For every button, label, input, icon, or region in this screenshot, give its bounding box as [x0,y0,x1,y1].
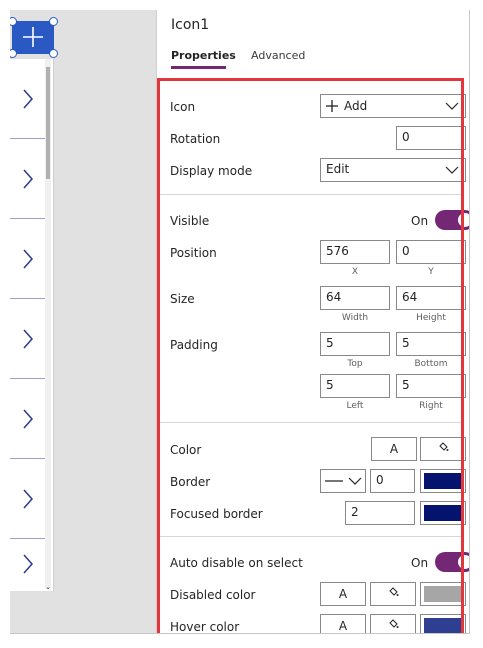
tab-properties[interactable]: Properties [171,49,236,62]
gallery-item[interactable] [10,459,46,539]
padding-label: Padding [170,338,218,352]
padding-bottom-input[interactable]: 5 [396,332,466,356]
visible-toggle-state: On [411,214,429,228]
chevron-right-icon [23,89,34,108]
selected-add-icon-control[interactable] [12,21,54,54]
section-divider [158,536,464,537]
border-label: Border [170,475,211,489]
visible-toggle[interactable] [435,210,469,230]
active-tab-indicator [171,66,226,69]
app-frame: ⌄ Icon1 Properties Advanced Icon Add Rot… [10,10,470,634]
size-width-caption: Width [341,313,369,323]
size-height-input[interactable]: 64 [396,286,466,310]
focused-border-color-swatch[interactable] [420,501,466,525]
color-text-button[interactable]: A [371,437,417,461]
auto-disable-toggle-state: On [411,556,429,570]
size-label: Size [170,292,195,306]
gallery-item[interactable] [10,139,46,219]
focused-border-width-input[interactable]: 2 [345,501,415,525]
chevron-right-icon [23,249,34,268]
chevron-right-icon [23,554,34,574]
control-name: Icon1 [171,17,210,33]
border-width-input[interactable]: 0 [370,469,415,493]
rotation-label: Rotation [170,132,221,146]
add-icon [326,100,338,112]
padding-left-input[interactable]: 5 [320,374,390,398]
disabled-color-fill-button[interactable] [370,582,416,606]
paint-bucket-icon [389,619,399,628]
gallery-item[interactable] [10,59,46,139]
padding-top-caption: Top [347,359,363,369]
gallery-item[interactable] [10,539,46,589]
color-label: Color [170,443,202,457]
display-mode-dropdown[interactable]: Edit [320,158,466,182]
focused-border-label: Focused border [170,507,263,521]
auto-disable-toggle[interactable] [435,552,469,572]
chevron-right-icon [23,489,34,508]
add-icon [23,27,43,47]
padding-top-input[interactable]: 5 [320,332,390,356]
rotation-input[interactable]: 0 [396,126,466,150]
padding-left-caption: Left [346,401,364,411]
icon-label: Icon [170,100,196,114]
size-width-input[interactable]: 64 [320,286,390,310]
auto-disable-label: Auto disable on select [170,556,303,570]
line-style-icon [325,480,343,482]
chevron-right-icon [23,169,34,188]
tab-advanced[interactable]: Advanced [251,49,305,62]
hover-color-fill-button[interactable] [370,614,416,633]
padding-right-caption: Right [419,401,443,411]
border-color-fill [424,473,462,489]
section-divider [158,194,464,195]
paint-bucket-icon [439,442,449,451]
position-x-input[interactable]: 576 [320,240,390,264]
icon-dropdown-value: Add [344,99,368,113]
resize-handle-top-right[interactable] [49,17,58,26]
position-label: Position [170,246,217,260]
disabled-color-swatch[interactable] [420,582,466,606]
position-y-caption: Y [428,267,434,277]
hover-color-text-button[interactable]: A [320,614,366,633]
disabled-color-fill [424,586,462,602]
display-mode-label: Display mode [170,164,253,178]
chevron-right-icon [23,329,34,348]
chevron-right-icon [23,409,34,428]
properties-panel: Icon1 Properties Advanced Icon Add Rotat… [156,10,469,634]
gallery-item[interactable] [10,219,46,299]
chevron-down-icon [445,166,459,174]
chevron-down-icon [348,477,362,485]
gallery[interactable]: ⌄ [10,59,54,591]
padding-right-input[interactable]: 5 [396,374,466,398]
position-y-input[interactable]: 0 [396,240,466,264]
gallery-item[interactable] [10,299,46,379]
gallery-item[interactable] [10,379,46,459]
icon-dropdown[interactable]: Add [320,94,466,118]
size-height-caption: Height [416,313,446,323]
focused-border-color-fill [424,505,462,521]
section-divider [158,422,464,423]
visible-label: Visible [170,214,210,228]
gallery-scroll-thumb[interactable] [46,67,50,179]
properties-list: Icon Add Rotation 0 Display mode Edit Vi… [158,80,469,634]
resize-handle-bottom-right[interactable] [49,49,58,58]
hover-color-label: Hover color [170,620,240,634]
scroll-down-icon[interactable]: ⌄ [45,583,51,591]
hover-color-fill [424,618,462,633]
hover-color-swatch[interactable] [420,614,466,633]
disabled-color-text-button[interactable]: A [320,582,366,606]
disabled-color-label: Disabled color [170,588,256,602]
chevron-down-icon [445,102,459,110]
border-style-dropdown[interactable] [320,469,366,493]
position-x-caption: X [351,267,359,277]
color-fill-button[interactable] [420,437,466,461]
paint-bucket-icon [389,587,399,596]
border-color-swatch[interactable] [420,469,466,493]
display-mode-value: Edit [326,162,350,176]
padding-bottom-caption: Bottom [414,359,448,369]
